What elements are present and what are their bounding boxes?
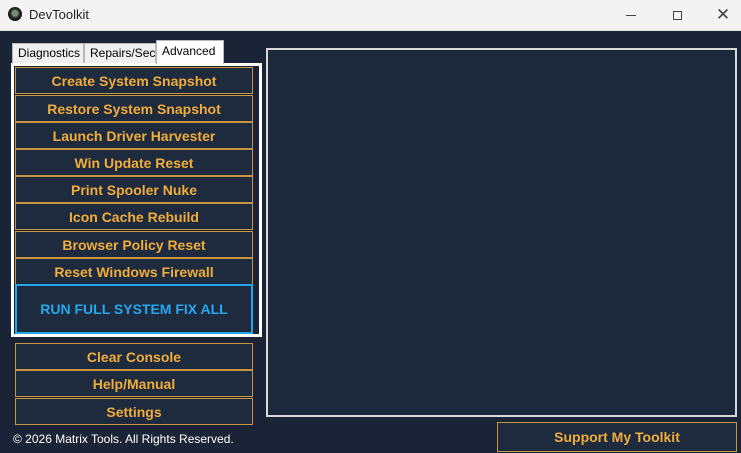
restore-system-snapshot-button[interactable]: Restore System Snapshot <box>15 95 253 122</box>
maximize-button[interactable] <box>654 0 700 30</box>
close-button[interactable]: ✕ <box>700 0 741 30</box>
minimize-icon <box>626 14 636 16</box>
app-icon <box>8 7 22 21</box>
tab-diagnostics[interactable]: Diagnostics <box>12 43 84 63</box>
win-update-reset-button[interactable]: Win Update Reset <box>15 149 253 176</box>
copyright-text: © 2026 Matrix Tools. All Rights Reserved… <box>13 432 234 446</box>
print-spooler-nuke-button[interactable]: Print Spooler Nuke <box>15 176 253 203</box>
window-title: DevToolkit <box>29 7 89 22</box>
settings-button[interactable]: Settings <box>15 398 253 425</box>
create-system-snapshot-button[interactable]: Create System Snapshot <box>15 67 253 94</box>
support-my-toolkit-button[interactable]: Support My Toolkit <box>497 422 737 452</box>
launch-driver-harvester-button[interactable]: Launch Driver Harvester <box>15 122 253 149</box>
icon-cache-rebuild-button[interactable]: Icon Cache Rebuild <box>15 203 253 230</box>
help-manual-button[interactable]: Help/Manual <box>15 370 253 397</box>
tab-repairs-sec[interactable]: Repairs/Sec <box>84 43 156 63</box>
maximize-icon <box>672 10 682 20</box>
browser-policy-reset-button[interactable]: Browser Policy Reset <box>15 231 253 258</box>
clear-console-button[interactable]: Clear Console <box>15 343 253 370</box>
console-output[interactable] <box>266 48 737 417</box>
tab-advanced[interactable]: Advanced <box>156 40 224 64</box>
minimize-button[interactable] <box>608 0 654 30</box>
run-full-system-fix-all-button[interactable]: RUN FULL SYSTEM FIX ALL <box>15 284 253 334</box>
close-icon: ✕ <box>715 4 731 25</box>
reset-windows-firewall-button[interactable]: Reset Windows Firewall <box>15 258 253 285</box>
title-bar: DevToolkit ✕ <box>0 0 741 31</box>
